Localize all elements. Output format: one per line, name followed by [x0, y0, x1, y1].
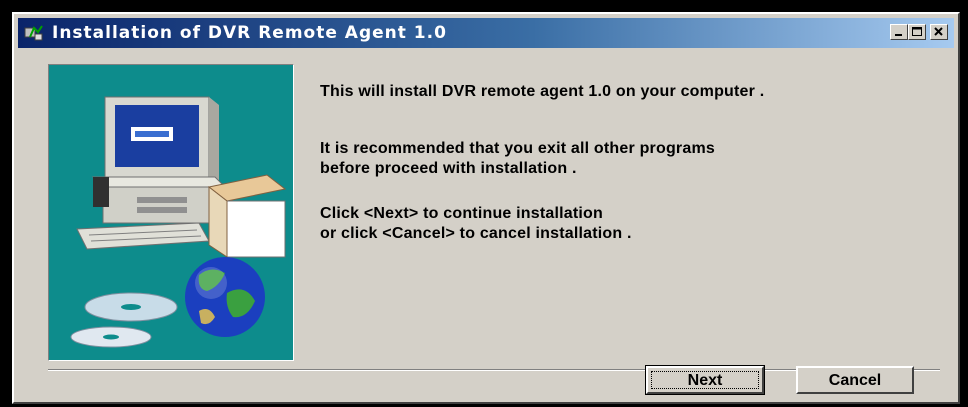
cancel-button-label: Cancel — [828, 372, 882, 389]
minimize-icon — [895, 34, 902, 36]
instructions-text: Click <Next> to continue installation or… — [320, 204, 632, 244]
recommendation-line-2: before proceed with installation . — [320, 160, 577, 177]
installer-illustration — [48, 64, 294, 361]
maximize-icon — [912, 27, 922, 36]
minimize-button[interactable] — [890, 24, 908, 40]
install-intro-text: This will install DVR remote agent 1.0 o… — [320, 82, 764, 102]
next-button-label: Next — [687, 372, 723, 389]
installer-app-icon — [24, 24, 44, 42]
recommendation-line-1: It is recommended that you exit all othe… — [320, 140, 715, 157]
title-bar[interactable]: Installation of DVR Remote Agent 1.0 — [18, 18, 954, 48]
maximize-button[interactable] — [908, 24, 926, 40]
next-button[interactable]: Next — [645, 365, 765, 395]
recommendation-text: It is recommended that you exit all othe… — [320, 139, 715, 179]
window-title: Installation of DVR Remote Agent 1.0 — [52, 23, 447, 43]
computer-and-globe-illustration — [70, 96, 287, 348]
cancel-button[interactable]: Cancel — [796, 366, 914, 394]
instructions-line-2: or click <Cancel> to cancel installation… — [320, 225, 632, 242]
installer-window: Installation of DVR Remote Agent 1.0 Thi… — [12, 12, 960, 404]
instructions-line-1: Click <Next> to continue installation — [320, 205, 604, 222]
close-icon — [934, 27, 943, 36]
intro-line: This will install DVR remote agent 1.0 o… — [320, 83, 765, 100]
close-button[interactable] — [930, 24, 948, 40]
